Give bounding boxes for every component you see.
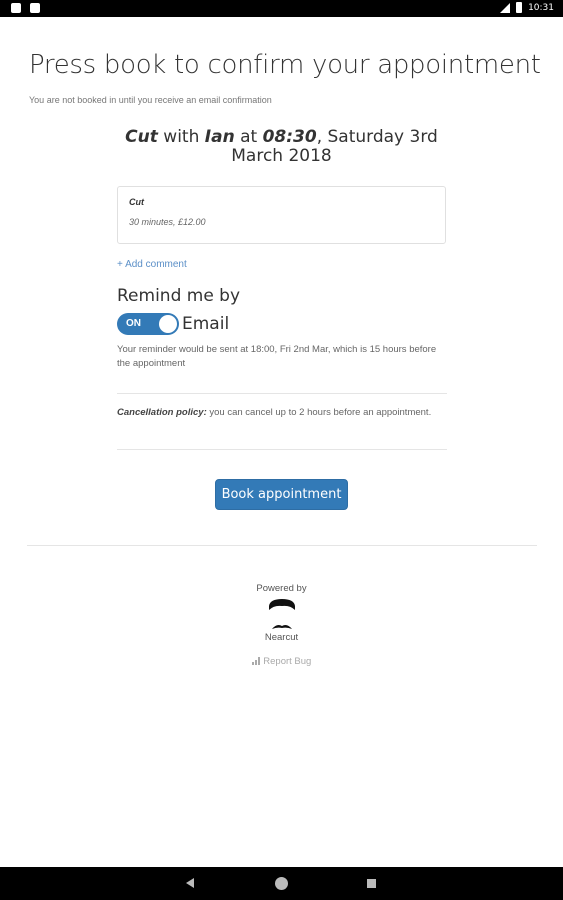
status-notifications bbox=[11, 3, 40, 13]
policy-text: you can cancel up to 2 hours before an a… bbox=[206, 407, 432, 418]
appointment-summary: Cut with Ian at 08:30, Saturday 3rd Marc… bbox=[110, 128, 453, 166]
back-triangle-icon[interactable] bbox=[186, 878, 194, 888]
reminder-note: Your reminder would be sent at 18:00, Fr… bbox=[117, 344, 437, 369]
booking-subnote: You are not booked in until you receive … bbox=[29, 95, 272, 105]
brand-name: Nearcut bbox=[264, 632, 299, 643]
add-comment-link[interactable]: + Add comment bbox=[117, 259, 187, 270]
signal-icon bbox=[500, 2, 511, 13]
nearcut-logo-icon bbox=[269, 599, 295, 629]
toggle-state-label: ON bbox=[126, 318, 141, 329]
recent-square-icon[interactable] bbox=[367, 879, 376, 888]
reminder-channel-label: Email bbox=[182, 314, 230, 334]
signal-icon bbox=[251, 657, 260, 665]
footer-divider bbox=[27, 545, 537, 546]
book-appointment-button[interactable]: Book appointment bbox=[215, 479, 348, 510]
home-circle-icon[interactable] bbox=[275, 877, 288, 890]
page-title: Press book to confirm your appointment bbox=[29, 50, 541, 80]
cancellation-policy: Cancellation policy: you can cancel up t… bbox=[117, 406, 449, 420]
powered-by: Powered by bbox=[256, 583, 307, 594]
system-nav-bar bbox=[0, 867, 563, 900]
remind-title: Remind me by bbox=[117, 286, 241, 306]
appointment-with: with bbox=[157, 127, 205, 147]
appointment-at: at bbox=[234, 127, 263, 147]
status-bar: 10:31 bbox=[0, 0, 563, 17]
email-reminder-toggle[interactable]: ON bbox=[117, 313, 179, 335]
service-name: Cut bbox=[129, 197, 144, 207]
appointment-service: Cut bbox=[125, 127, 158, 147]
appointment-time: 08:30 bbox=[262, 127, 317, 147]
divider-top bbox=[117, 393, 447, 394]
sd-card-icon bbox=[30, 3, 40, 13]
status-system: 10:31 bbox=[500, 2, 554, 13]
toggle-knob bbox=[159, 315, 177, 333]
appointment-stylist: Ian bbox=[204, 127, 235, 147]
report-bug-label: Report Bug bbox=[263, 656, 312, 667]
divider-bottom bbox=[117, 449, 447, 450]
service-card: Cut 30 minutes, £12.00 bbox=[117, 186, 446, 244]
report-bug-link[interactable]: Report Bug bbox=[0, 656, 563, 667]
policy-label: Cancellation policy: bbox=[117, 407, 207, 418]
service-duration-price: 30 minutes, £12.00 bbox=[129, 217, 206, 227]
notification-icon bbox=[11, 3, 21, 13]
status-time: 10:31 bbox=[528, 2, 554, 13]
battery-icon bbox=[516, 2, 523, 13]
